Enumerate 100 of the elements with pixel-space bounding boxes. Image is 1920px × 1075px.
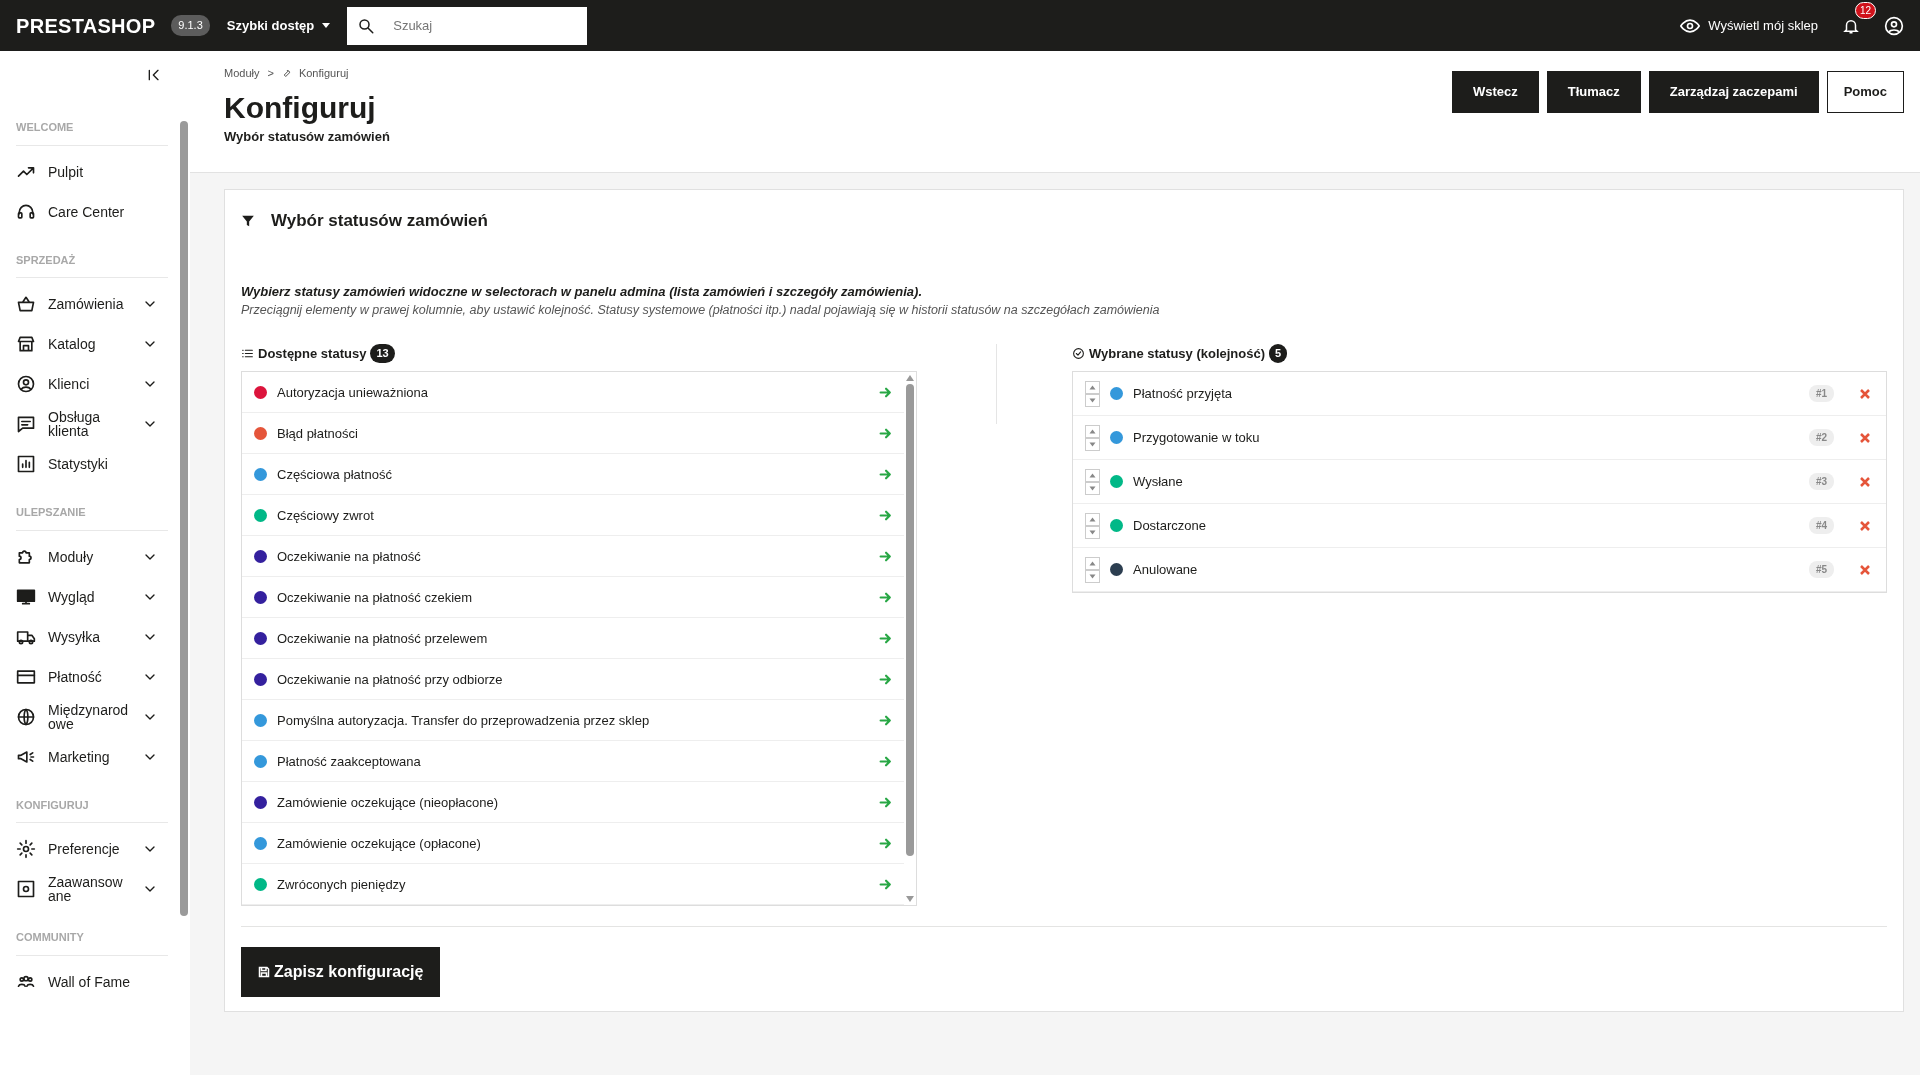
status-row[interactable]: Zwróconych pieniędzy (242, 864, 904, 906)
count-badge: 5 (1269, 344, 1288, 363)
sidebar-item[interactable]: Preferencje (16, 829, 178, 869)
status-label: Dostarczone (1133, 517, 1207, 535)
status-row[interactable]: Pomyślna autoryzacja. Transfer do przeprowadzenia przez sklep (242, 700, 904, 742)
status-row[interactable]: Zamówienie oczekujące (nieopłacone) (242, 782, 904, 824)
status-label: Płatność przyjęta (1133, 385, 1233, 403)
arrow-right-icon[interactable] (879, 467, 892, 481)
scroll-down-icon[interactable] (906, 896, 914, 903)
count-badge: 13 (370, 344, 395, 363)
status-label: Wysłane (1133, 473, 1184, 491)
remove-icon[interactable] (1860, 432, 1870, 443)
status-label: Częściowy zwrot (277, 506, 375, 525)
remove-icon[interactable] (1860, 520, 1870, 531)
order-stepper[interactable] (1085, 380, 1100, 407)
sidebar-item[interactable]: Zamówienia (16, 284, 178, 324)
logo[interactable]: PRESTASHOP (16, 10, 156, 41)
status-row[interactable]: Częściowa płatność (242, 454, 904, 496)
collapse-icon[interactable] (146, 67, 162, 83)
header-button[interactable]: Tłumacz (1546, 71, 1641, 113)
sidebar-item[interactable]: Płatność (16, 656, 178, 697)
sidebar-item[interactable]: Wysyłka (16, 616, 178, 657)
header-button[interactable]: Wstecz (1451, 71, 1539, 113)
status-label: Autoryzacja unieważniona (277, 383, 430, 402)
status-label: Błąd płatności (277, 424, 359, 443)
caret-icon (322, 23, 331, 28)
arrow-right-icon[interactable] (879, 385, 892, 399)
breadcrumb-link[interactable]: Moduły (224, 65, 260, 82)
status-row[interactable]: Oczekiwanie na płatność czekiem (242, 577, 904, 619)
sidebar-item[interactable]: Wall of Fame (16, 961, 178, 1002)
header-button[interactable]: Zarządzaj zaczepami (1648, 71, 1819, 113)
status-label: Anulowane (1133, 561, 1199, 579)
selected-status-row[interactable]: Przygotowanie w toku #2 (1073, 416, 1886, 461)
selected-status-row[interactable]: Dostarczone #4 (1073, 504, 1886, 549)
sidebar-item[interactable]: Pulpit (16, 151, 178, 192)
sidebar-item[interactable]: Moduły (16, 536, 178, 577)
sidebar-item[interactable]: Obsługa klienta (16, 404, 178, 444)
arrow-right-icon[interactable] (879, 795, 892, 809)
order-stepper[interactable] (1085, 512, 1100, 539)
status-label: Częściowa płatność (277, 465, 393, 484)
sidebar-item[interactable]: Katalog (16, 324, 178, 364)
order-stepper[interactable] (1085, 424, 1100, 451)
status-row[interactable]: Zamówienie oczekujące (opłacone) (242, 823, 904, 865)
status-row[interactable]: Oczekiwanie na płatność przelewem (242, 618, 904, 660)
status-label: Oczekiwanie na płatność (277, 547, 422, 566)
status-row[interactable]: Oczekiwanie na płatność (242, 536, 904, 578)
position-badge: #5 (1808, 561, 1834, 579)
sidebar-item[interactable]: Zaawansowane (16, 869, 178, 909)
order-stepper[interactable] (1085, 468, 1100, 495)
position-badge: #1 (1808, 385, 1834, 403)
arrow-right-icon[interactable] (879, 672, 892, 686)
sidebar-item[interactable]: Wygląd (16, 576, 178, 617)
status-row[interactable]: Autoryzacja unieważniona (242, 372, 904, 414)
user-icon (16, 374, 36, 394)
section-heading: KONFIGURUJ (16, 798, 89, 811)
arrow-right-icon[interactable] (879, 508, 892, 522)
view-shop-link[interactable]: Wyświetl mój sklep (1680, 15, 1818, 36)
arrow-right-icon[interactable] (879, 590, 892, 604)
status-row[interactable]: Oczekiwanie na płatność przy odbiorze (242, 659, 904, 701)
arrow-right-icon[interactable] (879, 836, 892, 850)
sidebar-item[interactable]: Statystyki (16, 444, 178, 484)
globe-icon (16, 706, 36, 727)
sidebar-item[interactable]: Klienci (16, 364, 178, 404)
breadcrumb-separator: > (267, 66, 274, 81)
order-stepper[interactable] (1085, 556, 1100, 583)
list-icon (241, 347, 254, 360)
position-badge: #2 (1808, 429, 1834, 447)
sidebar-item[interactable]: Międzynarodowe (16, 696, 178, 737)
status-label: Zamówienie oczekujące (nieopłacone) (277, 793, 500, 812)
arrow-right-icon[interactable] (879, 631, 892, 645)
arrow-right-icon[interactable] (879, 549, 892, 563)
status-row[interactable]: Płatność zaakceptowana (242, 741, 904, 783)
arrow-right-icon[interactable] (879, 713, 892, 727)
selected-status-row[interactable]: Anulowane #5 (1073, 548, 1886, 593)
sidebar-item[interactable]: Care Center (16, 191, 178, 232)
remove-icon[interactable] (1860, 476, 1870, 487)
selected-status-row[interactable]: Płatność przyjęta #1 (1073, 372, 1886, 417)
store-icon (16, 334, 36, 354)
arrow-right-icon[interactable] (879, 877, 892, 891)
header-button[interactable]: Pomoc (1826, 71, 1904, 113)
basket-icon (16, 294, 36, 314)
scroll-up-icon[interactable] (906, 375, 914, 382)
arrow-right-icon[interactable] (879, 754, 892, 768)
status-row[interactable]: Częściowy zwrot (242, 495, 904, 537)
save-button[interactable]: Zapisz konfigurację (241, 947, 441, 998)
status-row[interactable]: Błąd płatności (242, 413, 904, 455)
remove-icon[interactable] (1860, 564, 1870, 575)
scrollbar[interactable] (180, 121, 188, 916)
quick-access-menu[interactable]: Szybki dostęp (225, 14, 332, 37)
position-badge: #3 (1808, 473, 1834, 491)
status-label: Przygotowanie w toku (1133, 429, 1261, 447)
search-field[interactable]: Szukaj (347, 6, 588, 45)
selected-status-row[interactable]: Wysłane #3 (1073, 460, 1886, 505)
arrow-right-icon[interactable] (879, 426, 892, 440)
section-heading: SPRZEDAŻ (16, 253, 76, 266)
check-circle-icon (1072, 347, 1085, 360)
sidebar-item[interactable]: Marketing (16, 736, 178, 777)
user-icon[interactable] (1884, 15, 1904, 36)
remove-icon[interactable] (1860, 388, 1870, 399)
status-label: Oczekiwanie na płatność przy odbiorze (277, 670, 504, 689)
